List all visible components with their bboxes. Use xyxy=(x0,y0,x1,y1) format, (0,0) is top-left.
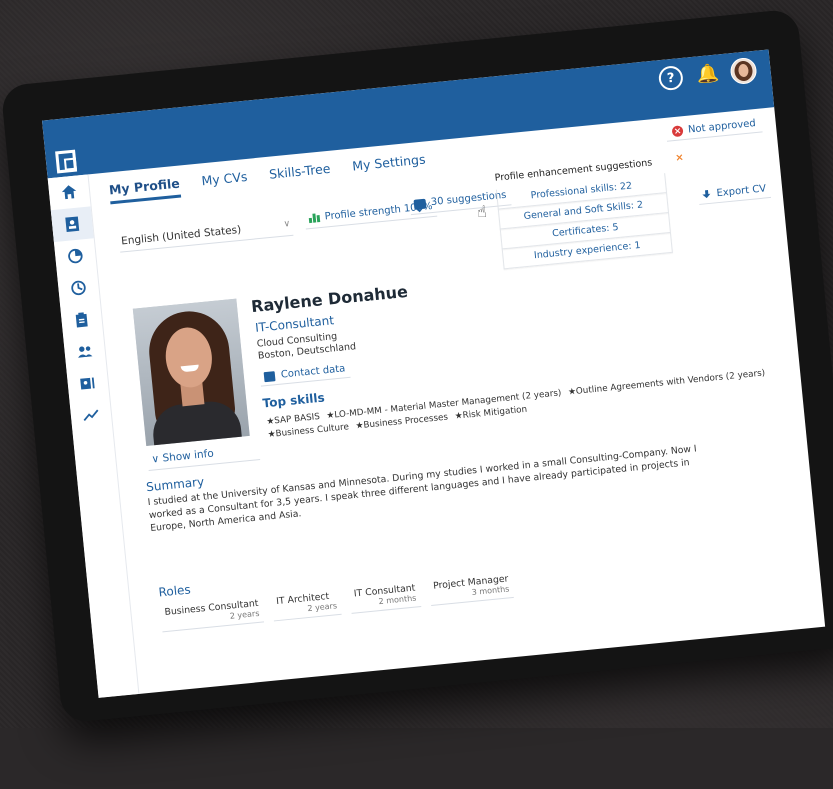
download-icon xyxy=(702,189,712,200)
pointer-cursor-icon: ☝ xyxy=(476,201,488,222)
contact-data-button[interactable]: Contact data xyxy=(259,359,351,387)
close-icon[interactable]: × xyxy=(675,152,684,164)
roles-list: Business Consultant 2 years IT Architect… xyxy=(159,571,515,633)
app-screen: ? 🔔 My Profile My CVs Skills-Tree My Set… xyxy=(42,49,826,698)
clock-icon[interactable] xyxy=(57,270,100,306)
role-item: Project Manager 3 months xyxy=(428,571,515,607)
skill-tag: ★Outline Agreements with Vendors (2 year… xyxy=(567,368,766,398)
home-icon[interactable] xyxy=(48,175,91,211)
chart-pie-icon[interactable] xyxy=(54,238,97,274)
chevron-down-icon: ∨ xyxy=(283,218,291,230)
contact-card-icon xyxy=(263,370,276,382)
tab-my-settings[interactable]: My Settings xyxy=(352,151,427,180)
show-info-label: Show info xyxy=(162,447,215,465)
top-skills-heading: Top skills xyxy=(261,390,326,411)
app-logo[interactable] xyxy=(55,149,79,174)
roles-heading: Roles xyxy=(157,582,192,600)
clipboard-icon[interactable] xyxy=(60,302,103,338)
contact-label: Contact data xyxy=(280,363,346,381)
export-label: Export CV xyxy=(716,183,767,200)
chat-icon xyxy=(413,198,427,210)
trend-icon[interactable] xyxy=(70,397,113,433)
help-icon[interactable]: ? xyxy=(657,64,684,92)
top-icons: ? 🔔 xyxy=(657,56,758,92)
export-cv-button[interactable]: Export CV xyxy=(697,179,772,205)
user-avatar[interactable] xyxy=(729,56,758,86)
id-card-icon[interactable] xyxy=(66,366,109,402)
profile-photo xyxy=(132,298,250,447)
tab-my-cvs[interactable]: My CVs xyxy=(201,169,249,195)
profile-name: Raylene Donahue xyxy=(250,281,409,317)
people-icon[interactable] xyxy=(63,334,106,370)
chevron-down-icon: ∨ xyxy=(151,452,160,466)
language-value: English (United States) xyxy=(120,223,242,248)
tab-my-profile[interactable]: My Profile xyxy=(108,175,182,205)
approval-status-badge[interactable]: × Not approved xyxy=(665,114,763,142)
role-item: Business Consultant 2 years xyxy=(159,595,265,633)
profile-icon[interactable] xyxy=(50,206,94,243)
status-label: Not approved xyxy=(687,118,757,136)
role-item: IT Architect 2 years xyxy=(271,587,342,622)
bell-icon[interactable]: 🔔 xyxy=(696,62,720,87)
bar-chart-icon xyxy=(308,213,321,224)
close-circle-icon: × xyxy=(671,125,684,138)
tab-skills-tree[interactable]: Skills-Tree xyxy=(268,161,331,189)
language-select[interactable]: English (United States) ∨ xyxy=(118,214,294,253)
enhancement-suggestions-panel: Profile enhancement suggestions × Profes… xyxy=(494,152,684,270)
role-item: IT Consultant 2 months xyxy=(349,580,422,614)
laptop: ? 🔔 My Profile My CVs Skills-Tree My Set… xyxy=(0,0,833,789)
